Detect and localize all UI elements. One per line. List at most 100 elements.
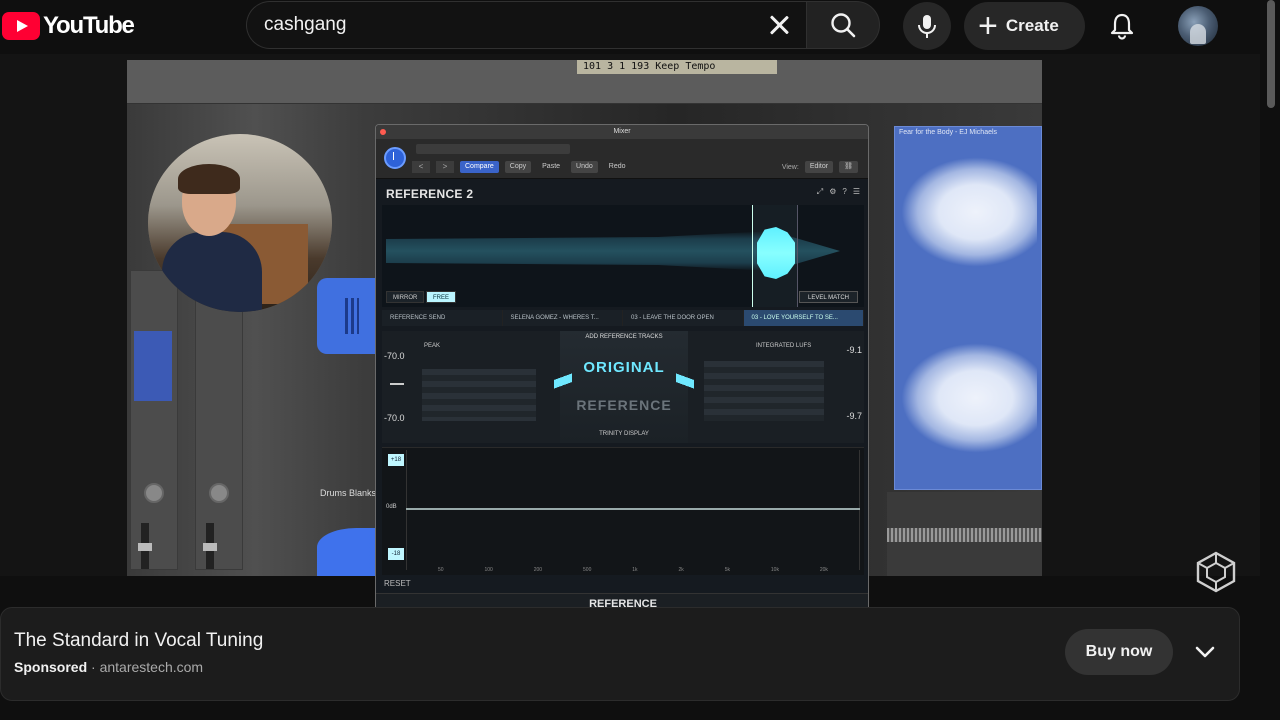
copy-button: Copy (504, 161, 532, 173)
sponsored-label: Sponsored (14, 659, 88, 675)
link-icon: ⛓ (839, 161, 858, 173)
waveform-left (901, 157, 1037, 267)
eq-grid (406, 450, 860, 570)
daw-lcd-display: 101 3 1 193 Keep Tempo (577, 60, 777, 74)
peak-meter (422, 369, 536, 421)
youtube-logo[interactable]: YouTube (2, 12, 135, 40)
right-value-bottom: -9.7 (846, 411, 862, 421)
search-box[interactable]: cashgang (246, 1, 816, 49)
plugin-header: REFERENCE 2 ⤢ ⚙ ? ☰ (376, 179, 868, 203)
plugin-titlebar: Mixer (376, 125, 868, 139)
undo-button: Undo (571, 161, 598, 173)
notifications-button[interactable] (1100, 4, 1144, 48)
channel-watermark-icon[interactable] (1194, 550, 1238, 594)
power-icon (384, 147, 406, 169)
eq-max-label: +18 (388, 454, 404, 466)
freq-label: 10k (770, 567, 779, 573)
search-button[interactable] (806, 1, 880, 49)
paste-button: Paste (542, 163, 561, 170)
track-tab-active: 03 - LOVE YOURSELF TO SE... (743, 310, 864, 326)
account-avatar[interactable] (1178, 6, 1218, 46)
compare-button: Compare (460, 161, 499, 173)
next-preset-icon: > (436, 161, 454, 173)
microphone-icon (918, 15, 936, 38)
help-icon: ? (842, 187, 847, 196)
freq-label: 2k (678, 567, 684, 573)
scrollbar-thumb[interactable] (1267, 0, 1275, 108)
integrated-lufs-label: INTEGRATED LUFS (756, 343, 812, 349)
left-scale-top: -70.0 (384, 351, 405, 361)
create-button[interactable]: + Create (964, 2, 1085, 50)
search-icon (831, 13, 856, 38)
eq-curve (406, 508, 860, 510)
chevron-down-icon (1195, 646, 1215, 658)
drums-track-label: Drums Blanks (320, 488, 377, 498)
menu-icon: ☰ (852, 187, 860, 196)
plugin-name: REFERENCE 2 (386, 187, 474, 201)
pan-knob (209, 483, 229, 503)
facecam-overlay (148, 134, 332, 312)
plugin-host-controls: < > Compare Copy Paste Undo Redo View: E… (376, 139, 868, 179)
loop-region (752, 205, 798, 307)
page-scrollbar[interactable] (1262, 0, 1280, 720)
preset-selector (416, 144, 570, 154)
reference-label: REFERENCE (576, 397, 672, 413)
right-value-top: -9.1 (846, 345, 862, 355)
track-tab: REFERENCE SEND (382, 310, 503, 326)
free-button: FREE (426, 291, 457, 303)
track-tab: 03 - LEAVE THE DOOR OPEN (623, 310, 744, 326)
search-input[interactable]: cashgang (247, 14, 764, 36)
plugin-window-title: Mixer (613, 128, 631, 135)
expand-ad-button[interactable] (1187, 636, 1223, 668)
bell-icon (1110, 13, 1134, 40)
logo-text: YouTube (43, 12, 135, 39)
buy-now-button[interactable]: Buy now (1065, 629, 1173, 675)
original-reference-switch: ADD REFERENCE TRACKS ORIGINAL REFERENCE … (554, 331, 694, 443)
left-scale-mid (390, 383, 404, 385)
presenter-body (162, 232, 262, 312)
frequency-labels: 50 100 200 500 1k 2k 5k 10k 20k (406, 567, 860, 573)
view-controls: View: Editor ⛓ (782, 161, 858, 173)
loop-region-waveform (757, 227, 795, 279)
add-reference-tracks-button: ADD REFERENCE TRACKS (585, 334, 663, 340)
freq-label: 5k (724, 567, 730, 573)
freq-label: 50 (438, 567, 444, 573)
mixer-channel-strip (195, 270, 243, 570)
freq-label: 100 (484, 567, 493, 573)
voice-search-button[interactable] (903, 2, 951, 50)
expand-icon: ⤢ (816, 187, 824, 196)
plugin-header-icons: ⤢ ⚙ ? ☰ (817, 187, 860, 197)
waveform-overview: MIRROR FREE LEVEL MATCH (382, 205, 864, 307)
redo-button: Redo (608, 163, 626, 170)
editor-button: Editor (804, 161, 834, 173)
host-control-row: < > Compare Copy Paste Undo Redo (412, 161, 631, 173)
close-window-icon (380, 129, 386, 135)
freq-label: 20k (819, 567, 828, 573)
freq-label: 1k (632, 567, 638, 573)
peak-label: PEAK (424, 343, 441, 349)
freq-label: 200 (533, 567, 543, 573)
mirror-button: MIRROR (386, 291, 425, 303)
eq-display: +18 0dB -18 50 100 200 500 1k 2k 5k 10k … (382, 447, 864, 575)
video-player[interactable]: 101 3 1 193 Keep Tempo Drums Blanks Fear… (0, 54, 1260, 614)
mixer-channel-strip (130, 270, 178, 570)
pan-knob (144, 483, 164, 503)
previous-preset-icon: < (412, 161, 430, 173)
youtube-play-icon (2, 12, 40, 40)
create-label: Create (1005, 16, 1059, 35)
track-tab: SELENA GOMEZ - WHERES T... (502, 310, 623, 326)
sponsored-ad-card[interactable]: The Standard in Vocal Tuning Sponsored ·… (0, 607, 1240, 701)
presenter (162, 164, 262, 312)
ad-title[interactable]: The Standard in Vocal Tuning (14, 630, 263, 652)
audio-region-lower (887, 492, 1042, 576)
region-title: Fear for the Body - EJ Michaels (899, 129, 998, 136)
reset-button: RESET (384, 579, 411, 588)
original-label: ORIGINAL (583, 359, 665, 376)
eq-zero-label: 0dB (386, 504, 397, 510)
clear-search-icon[interactable] (764, 10, 794, 40)
waveform-right (901, 343, 1037, 453)
lufs-meter (704, 361, 824, 421)
reference-track-tabs: REFERENCE SEND SELENA GOMEZ - WHERES T..… (382, 310, 864, 326)
settings-icon: ⚙ (829, 187, 837, 196)
daw-toolbar: 101 3 1 193 Keep Tempo (127, 60, 1042, 104)
